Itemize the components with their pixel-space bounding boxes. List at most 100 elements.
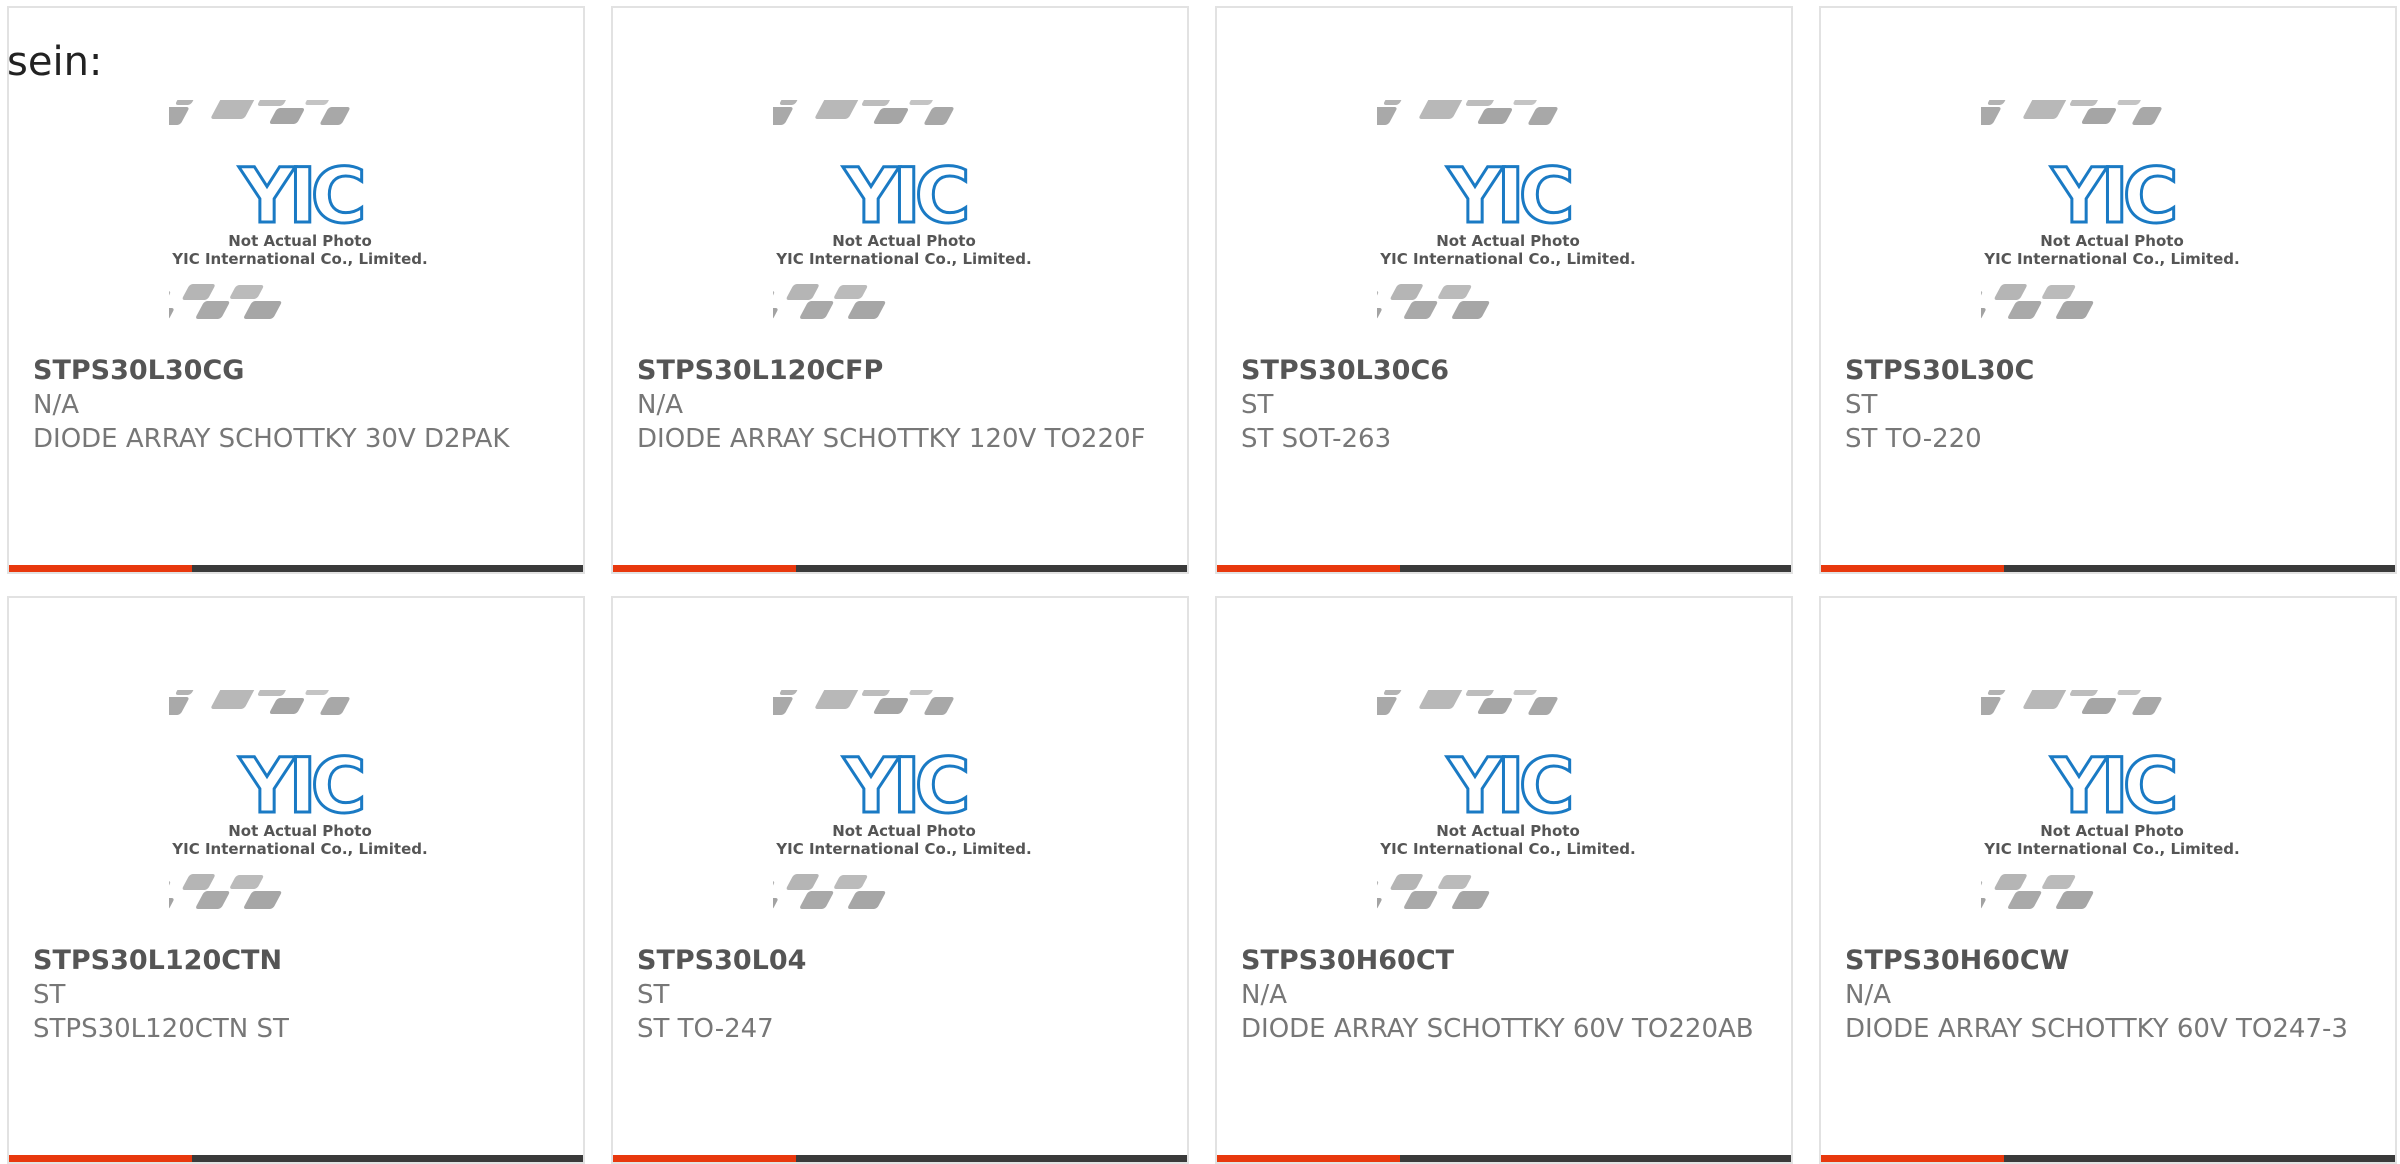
not-actual-photo-text: Not Actual Photo bbox=[832, 232, 976, 250]
chip-icons-bottom bbox=[1377, 284, 1490, 320]
product-image[interactable]: YIC Not Actual Photo YIC International Co.… bbox=[169, 100, 431, 340]
card-bottom-bar bbox=[1217, 565, 1791, 572]
yic-logo: YIC bbox=[842, 151, 965, 240]
product-image[interactable]: YIC Not Actual Photo YIC International Co.… bbox=[773, 100, 1035, 340]
chip-icons-bottom bbox=[773, 874, 886, 910]
chip-icons-top bbox=[773, 100, 954, 125]
chip-icons-top bbox=[169, 100, 350, 125]
company-name-text: YIC International Co., Limited. bbox=[775, 250, 1031, 268]
card-accent-bar bbox=[9, 565, 192, 572]
not-actual-photo-text: Not Actual Photo bbox=[2040, 822, 2184, 840]
part-number-link[interactable]: STPS30H60CW bbox=[1845, 944, 2375, 978]
product-info: STPS30L04 ST ST TO-247 bbox=[637, 944, 1167, 1046]
product-image[interactable]: YIC Not Actual Photo YIC International Co.… bbox=[1377, 100, 1639, 340]
manufacturer: N/A bbox=[637, 390, 683, 420]
product-image[interactable]: YIC Not Actual Photo YIC International Co.… bbox=[1981, 100, 2243, 340]
manufacturer: N/A bbox=[1845, 980, 1891, 1010]
product-image[interactable]: YIC Not Actual Photo YIC International Co.… bbox=[773, 690, 1035, 930]
part-number-link[interactable]: STPS30H60CT bbox=[1241, 944, 1771, 978]
product-grid: YIC Not Actual Photo YIC International Co.… bbox=[0, 0, 2400, 1164]
lead-text: sein: bbox=[7, 39, 103, 85]
chip-icons-top bbox=[1377, 690, 1558, 715]
description: ST TO-220 bbox=[1845, 424, 1982, 454]
yic-logo: YIC bbox=[238, 741, 361, 830]
product-info: STPS30L30C6 ST ST SOT-263 bbox=[1241, 354, 1771, 456]
placeholder-chip-graphic: YICNot Actual PhotoYIC International Co.… bbox=[1981, 100, 2240, 320]
placeholder-chip-graphic: YICNot Actual PhotoYIC International Co.… bbox=[1377, 690, 1636, 910]
not-actual-photo-text: Not Actual Photo bbox=[1436, 822, 1580, 840]
placeholder-chip-graphic: YICNot Actual PhotoYIC International Co.… bbox=[1981, 690, 2240, 910]
manufacturer: ST bbox=[1241, 390, 1274, 420]
product-card[interactable]: YIC Not Actual Photo YIC International Co.… bbox=[1819, 596, 2397, 1164]
description: DIODE ARRAY SCHOTTKY 120V TO220F bbox=[637, 424, 1146, 454]
not-actual-photo-text: Not Actual Photo bbox=[1436, 232, 1580, 250]
manufacturer: ST bbox=[637, 980, 670, 1010]
product-card[interactable]: YIC Not Actual Photo YIC International Co.… bbox=[7, 6, 585, 574]
chip-icons-top bbox=[773, 690, 954, 715]
chip-icons-top bbox=[1377, 100, 1558, 125]
company-name-text: YIC International Co., Limited. bbox=[1983, 840, 2239, 858]
description: ST TO-247 bbox=[637, 1014, 774, 1044]
product-info: STPS30L30C ST ST TO-220 bbox=[1845, 354, 2375, 456]
chip-icons-top bbox=[1981, 690, 2162, 715]
company-name-text: YIC International Co., Limited. bbox=[775, 840, 1031, 858]
company-name-text: YIC International Co., Limited. bbox=[1379, 840, 1635, 858]
manufacturer: ST bbox=[33, 980, 66, 1010]
product-info: STPS30H60CW N/A DIODE ARRAY SCHOTTKY 60V… bbox=[1845, 944, 2375, 1046]
chip-icons-bottom bbox=[1981, 874, 2094, 910]
company-name-text: YIC International Co., Limited. bbox=[171, 840, 427, 858]
yic-logo: YIC bbox=[1446, 151, 1569, 240]
manufacturer: ST bbox=[1845, 390, 1878, 420]
not-actual-photo-text: Not Actual Photo bbox=[228, 232, 372, 250]
product-info: STPS30L120CTN ST STPS30L120CTN ST bbox=[33, 944, 563, 1046]
product-image[interactable]: YIC Not Actual Photo YIC International Co.… bbox=[1377, 690, 1639, 930]
product-card[interactable]: YIC Not Actual Photo YIC International Co.… bbox=[1819, 6, 2397, 574]
part-number-link[interactable]: STPS30L30CG bbox=[33, 354, 563, 388]
product-image[interactable]: YIC Not Actual Photo YIC International Co.… bbox=[169, 690, 431, 930]
product-card[interactable]: YIC Not Actual Photo YIC International Co.… bbox=[611, 6, 1189, 574]
description: DIODE ARRAY SCHOTTKY 60V TO220AB bbox=[1241, 1014, 1754, 1044]
not-actual-photo-text: Not Actual Photo bbox=[2040, 232, 2184, 250]
yic-logo: YIC bbox=[238, 151, 361, 240]
chip-icons-bottom bbox=[1377, 874, 1490, 910]
card-accent-bar bbox=[1217, 565, 1400, 572]
yic-logo: YIC bbox=[1446, 741, 1569, 830]
not-actual-photo-text: Not Actual Photo bbox=[832, 822, 976, 840]
product-card[interactable]: YIC Not Actual Photo YIC International Co.… bbox=[1215, 596, 1793, 1164]
yic-logo: YIC bbox=[842, 741, 965, 830]
description: STPS30L120CTN ST bbox=[33, 1014, 289, 1044]
not-actual-photo-text: Not Actual Photo bbox=[228, 822, 372, 840]
part-number-link[interactable]: STPS30L120CTN bbox=[33, 944, 563, 978]
product-info: STPS30H60CT N/A DIODE ARRAY SCHOTTKY 60V… bbox=[1241, 944, 1771, 1046]
product-image[interactable]: YIC Not Actual Photo YIC International Co.… bbox=[1981, 690, 2243, 930]
placeholder-chip-graphic: YICNot Actual PhotoYIC International Co.… bbox=[169, 100, 428, 320]
company-name-text: YIC International Co., Limited. bbox=[171, 250, 427, 268]
placeholder-chip-graphic: YICNot Actual PhotoYIC International Co.… bbox=[169, 690, 428, 910]
part-number-link[interactable]: STPS30L30C6 bbox=[1241, 354, 1771, 388]
chip-icons-bottom bbox=[773, 284, 886, 320]
yic-logo: YIC bbox=[2050, 151, 2173, 240]
manufacturer: N/A bbox=[1241, 980, 1287, 1010]
product-card[interactable]: YIC Not Actual Photo YIC International Co.… bbox=[7, 596, 585, 1164]
product-card[interactable]: YIC Not Actual Photo YIC International Co.… bbox=[1215, 6, 1793, 574]
chip-icons-bottom bbox=[1981, 284, 2094, 320]
company-name-text: YIC International Co., Limited. bbox=[1379, 250, 1635, 268]
part-number-link[interactable]: STPS30L30C bbox=[1845, 354, 2375, 388]
chip-icons-top bbox=[169, 690, 350, 715]
placeholder-chip-graphic: YICNot Actual PhotoYIC International Co.… bbox=[773, 690, 1032, 910]
card-accent-bar bbox=[1821, 565, 2004, 572]
description: DIODE ARRAY SCHOTTKY 30V D2PAK bbox=[33, 424, 510, 454]
product-info: STPS30L30CG N/A DIODE ARRAY SCHOTTKY 30V… bbox=[33, 354, 563, 456]
manufacturer: N/A bbox=[33, 390, 79, 420]
description: DIODE ARRAY SCHOTTKY 60V TO247-3 bbox=[1845, 1014, 2348, 1044]
chip-icons-bottom bbox=[169, 284, 282, 320]
part-number-link[interactable]: STPS30L120CFP bbox=[637, 354, 1167, 388]
placeholder-chip-graphic: YICNot Actual PhotoYIC International Co.… bbox=[1377, 100, 1636, 320]
yic-logo: YIC bbox=[2050, 741, 2173, 830]
company-name-text: YIC International Co., Limited. bbox=[1983, 250, 2239, 268]
description: ST SOT-263 bbox=[1241, 424, 1392, 454]
placeholder-chip-graphic: YICNot Actual PhotoYIC International Co.… bbox=[773, 100, 1032, 320]
chip-icons-bottom bbox=[169, 874, 282, 910]
product-card[interactable]: YIC Not Actual Photo YIC International Co.… bbox=[611, 596, 1189, 1164]
part-number-link[interactable]: STPS30L04 bbox=[637, 944, 1167, 978]
